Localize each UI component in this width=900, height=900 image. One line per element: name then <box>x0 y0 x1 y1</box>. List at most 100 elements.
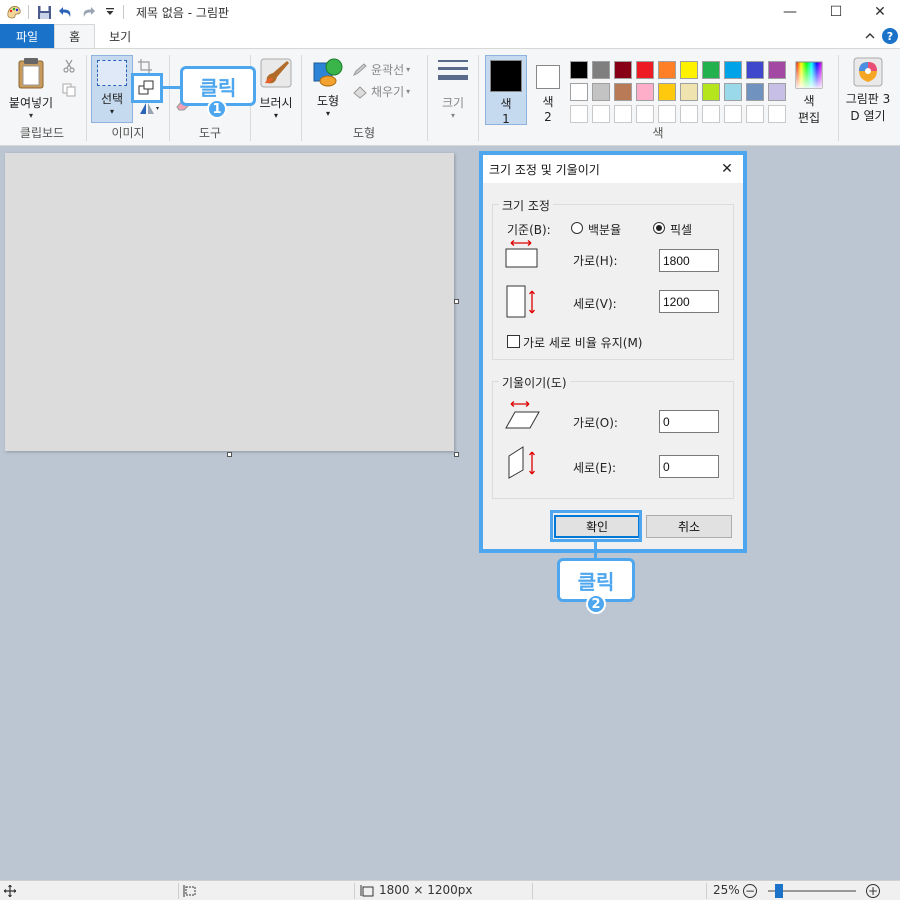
palette-custom-slot[interactable] <box>702 105 720 123</box>
zoom-out-icon[interactable]: − <box>743 884 757 898</box>
palette-swatch[interactable] <box>702 83 720 101</box>
basis-label: 기준(B): <box>507 223 551 237</box>
resize-legend: 크기 조정 <box>499 197 553 214</box>
palette-swatch[interactable] <box>570 83 588 101</box>
palette-custom-slot[interactable] <box>724 105 742 123</box>
undo-icon[interactable] <box>57 3 75 21</box>
copy-icon[interactable] <box>62 83 76 97</box>
palette-swatch[interactable] <box>768 61 786 79</box>
drawing-canvas[interactable] <box>5 153 454 451</box>
close-window-button[interactable]: ✕ <box>858 0 900 24</box>
dialog-title-bar: 크기 조정 및 기울이기 ✕ <box>483 155 743 183</box>
palette-swatch[interactable] <box>658 61 676 79</box>
percent-radio[interactable] <box>571 222 583 234</box>
open-paint3d-button[interactable]: 그림판 3 D 열기 <box>840 57 896 124</box>
resize-handle-bottom[interactable] <box>227 452 232 457</box>
resize-vertical-input[interactable] <box>659 290 719 313</box>
tab-view[interactable]: 보기 <box>95 24 145 48</box>
paste-button[interactable]: 붙여넣기 ▾ <box>4 57 58 120</box>
separator <box>478 55 479 141</box>
palette-swatch[interactable] <box>614 83 632 101</box>
separator <box>706 883 707 899</box>
palette-swatch[interactable] <box>724 61 742 79</box>
palette-custom-slot[interactable] <box>570 105 588 123</box>
palette-swatch[interactable] <box>746 61 764 79</box>
cancel-button[interactable]: 취소 <box>646 515 732 538</box>
pixel-radio[interactable] <box>653 222 665 234</box>
palette-swatch[interactable] <box>592 83 610 101</box>
select-button[interactable]: 선택 ▾ <box>91 55 133 123</box>
palette-swatch[interactable] <box>592 61 610 79</box>
outline-button[interactable]: 윤곽선 ▾ <box>352 61 410 78</box>
paint-app-icon[interactable] <box>6 4 22 20</box>
palette-custom-slot[interactable] <box>592 105 610 123</box>
tab-home[interactable]: 홈 <box>54 24 96 48</box>
palette-custom-slot[interactable] <box>658 105 676 123</box>
maximize-button[interactable]: ☐ <box>814 0 858 24</box>
palette-swatch[interactable] <box>636 83 654 101</box>
zoom-in-icon[interactable]: + <box>866 884 880 898</box>
minimize-button[interactable]: — <box>768 0 812 24</box>
palette-swatch[interactable] <box>768 83 786 101</box>
resize-button-highlight[interactable] <box>131 73 163 103</box>
shapes-button[interactable]: 도형 ▾ <box>308 57 348 118</box>
step-badge-1: 1 <box>207 99 227 119</box>
palette-custom-slot[interactable] <box>768 105 786 123</box>
crop-icon[interactable] <box>138 59 152 73</box>
size-button[interactable]: 크기 ▾ <box>432 57 474 120</box>
palette-swatch[interactable] <box>746 83 764 101</box>
separator <box>838 55 839 141</box>
resize-horizontal-label: 가로(H): <box>573 254 618 268</box>
selection-size-icon <box>183 885 196 897</box>
resize-handle-right[interactable] <box>454 299 459 304</box>
collapse-ribbon-chevron-up-icon[interactable] <box>864 30 876 42</box>
pixel-label: 픽셀 <box>670 223 693 237</box>
palette-swatch[interactable] <box>658 83 676 101</box>
color2-button[interactable]: 색 2 <box>532 63 564 124</box>
canvas-workspace[interactable] <box>0 147 900 880</box>
color1-button[interactable]: 색 1 <box>485 55 527 126</box>
palette-swatch[interactable] <box>614 61 632 79</box>
edit-colors-button[interactable]: 색 편집 <box>788 61 830 126</box>
zoom-slider-thumb[interactable] <box>775 884 783 898</box>
palette-custom-slot[interactable] <box>636 105 654 123</box>
fill-button[interactable]: 채우기 ▾ <box>352 83 410 100</box>
palette-swatch[interactable] <box>680 83 698 101</box>
help-area: ? <box>864 24 900 48</box>
palette-custom-slot[interactable] <box>680 105 698 123</box>
size-label: 크기 <box>441 96 465 110</box>
resize-horizontal-input[interactable] <box>659 249 719 272</box>
brush-button[interactable]: 브러시 ▾ <box>254 57 298 120</box>
customize-toolbar-chevron-down-icon[interactable] <box>101 3 119 21</box>
separator <box>178 883 179 899</box>
palette-swatch[interactable] <box>636 61 654 79</box>
status-bar: 1800 × 1200px 25% − + <box>0 880 900 900</box>
shapes-group-label: 도형 <box>352 126 376 140</box>
resize-icon <box>138 80 154 95</box>
paint3d-label-line2: D 열기 <box>850 109 886 123</box>
vertical-resize-icon <box>506 285 535 318</box>
palette-swatch[interactable] <box>680 61 698 79</box>
skew-horizontal-input[interactable] <box>659 410 719 433</box>
palette-swatch[interactable] <box>724 83 742 101</box>
dialog-close-button[interactable]: ✕ <box>717 159 737 179</box>
save-icon[interactable] <box>35 3 53 21</box>
maintain-aspect-checkbox[interactable] <box>507 335 520 348</box>
cursor-position-icon <box>4 885 16 897</box>
cut-icon[interactable] <box>62 59 76 73</box>
image-group-label: 이미지 <box>111 126 145 140</box>
resize-handle-corner[interactable] <box>454 452 459 457</box>
redo-icon[interactable] <box>79 3 97 21</box>
skew-vertical-input[interactable] <box>659 455 719 478</box>
palette-swatch[interactable] <box>570 61 588 79</box>
tab-file[interactable]: 파일 <box>0 24 55 48</box>
zoom-level: 25% <box>713 883 740 897</box>
palette-custom-slot[interactable] <box>746 105 764 123</box>
rotate-icon[interactable] <box>138 101 160 115</box>
shapes-chevron-down-icon: ▾ <box>325 109 330 118</box>
title-bar: 제목 없음 - 그림판 — ☐ ✕ <box>0 0 900 24</box>
palette-custom-slot[interactable] <box>614 105 632 123</box>
help-button[interactable]: ? <box>882 28 898 44</box>
palette-swatch[interactable] <box>702 61 720 79</box>
fill-chevron-down-icon: ▾ <box>406 87 411 96</box>
